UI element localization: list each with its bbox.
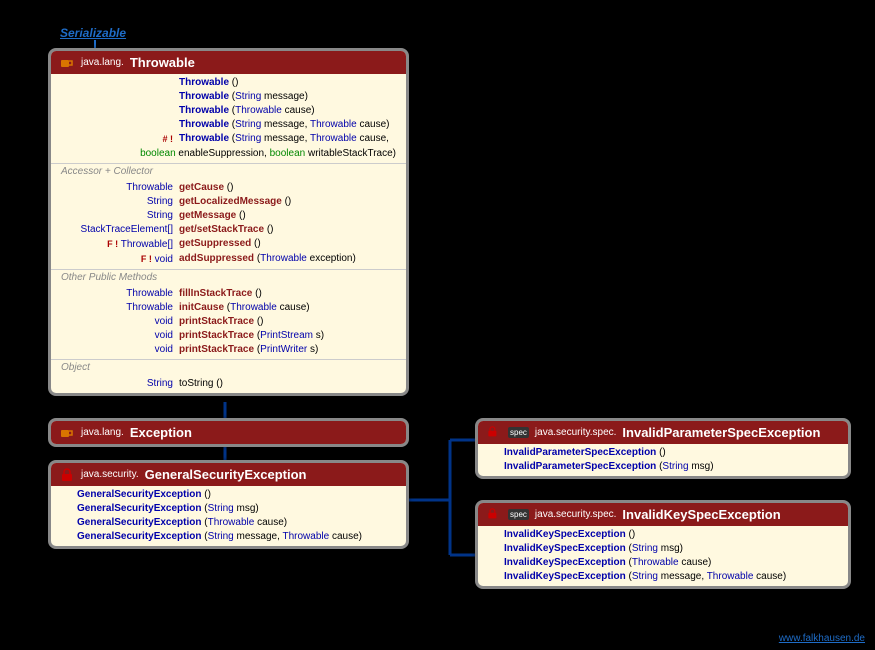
member-row: GeneralSecurityException (String msg) [55, 502, 402, 516]
member-row: GeneralSecurityException () [55, 488, 402, 502]
name-ipse: InvalidParameterSpecException [622, 425, 820, 440]
member-row: InvalidKeySpecException () [482, 528, 844, 542]
member-row: InvalidParameterSpecException (String ms… [482, 460, 844, 474]
name-throwable: Throwable [130, 55, 195, 70]
member-row: InvalidKeySpecException (Throwable cause… [482, 556, 844, 570]
cup-icon [59, 56, 75, 70]
other-label: Other Public Methods [51, 269, 406, 285]
spec-badge: spec [508, 427, 529, 438]
throwable-ctors: Throwable ()Throwable (String message)Th… [51, 74, 406, 163]
member-row: voidprintStackTrace (PrintWriter s) [55, 343, 402, 357]
member-row: F ! voidaddSuppressed (Throwable excepti… [55, 252, 402, 267]
name-ikse: InvalidKeySpecException [622, 507, 780, 522]
throwable-object: StringtoString () [51, 375, 406, 393]
class-header-ipse: spec java.security.spec. InvalidParameter… [478, 421, 848, 444]
member-row: voidprintStackTrace () [55, 315, 402, 329]
lock-spec-icon [486, 426, 502, 440]
member-row: StringgetLocalizedMessage () [55, 195, 402, 209]
member-row-cont: boolean enableSuppression, boolean writa… [55, 147, 402, 161]
name-exception: Exception [130, 425, 192, 440]
spec-badge: spec [508, 509, 529, 520]
gse-ctors: GeneralSecurityException ()GeneralSecuri… [51, 486, 406, 546]
member-row: GeneralSecurityException (Throwable caus… [55, 516, 402, 530]
interface-serializable[interactable]: Serializable [60, 26, 126, 40]
pkg-ikse: java.security.spec. [535, 509, 617, 520]
pkg-exception: java.lang. [81, 427, 124, 438]
member-row: Throwable () [55, 76, 402, 90]
member-row: GeneralSecurityException (String message… [55, 530, 402, 544]
ipse-ctors: InvalidParameterSpecException ()InvalidP… [478, 444, 848, 476]
pkg-ipse: java.security.spec. [535, 427, 617, 438]
class-header-gse: java.security. GeneralSecurityException [51, 463, 406, 486]
member-row: Throwable (String message, Throwable cau… [55, 118, 402, 132]
member-row: StringgetMessage () [55, 209, 402, 223]
throwable-accessors: ThrowablegetCause ()StringgetLocalizedMe… [51, 179, 406, 269]
member-row: StringtoString () [55, 377, 402, 391]
class-exception: java.lang. Exception [48, 418, 409, 447]
throwable-others: ThrowablefillInStackTrace ()Throwableini… [51, 285, 406, 359]
member-row: F ! Throwable[]getSuppressed () [55, 237, 402, 252]
class-header-ikse: spec java.security.spec. InvalidKeySpecEx… [478, 503, 848, 526]
class-ikse: spec java.security.spec. InvalidKeySpecEx… [475, 500, 851, 589]
class-header-exception: java.lang. Exception [51, 421, 406, 444]
footer-link[interactable]: www.falkhausen.de [779, 633, 865, 644]
class-header-throwable: java.lang. Throwable [51, 51, 406, 74]
lock-icon [59, 468, 75, 482]
cup-icon [59, 426, 75, 440]
lock-spec-icon [486, 508, 502, 522]
member-row: voidprintStackTrace (PrintStream s) [55, 329, 402, 343]
member-row: InvalidKeySpecException (String msg) [482, 542, 844, 556]
class-throwable: java.lang.Throwable Throwable ()Throwabl… [48, 48, 409, 396]
class-ipse: spec java.security.spec. InvalidParameter… [475, 418, 851, 479]
member-row: Throwable (String message) [55, 90, 402, 104]
name-gse: GeneralSecurityException [145, 467, 307, 482]
member-row: Throwable (Throwable cause) [55, 104, 402, 118]
ikse-ctors: InvalidKeySpecException ()InvalidKeySpec… [478, 526, 848, 586]
member-row: ThrowablefillInStackTrace () [55, 287, 402, 301]
member-row: ThrowableinitCause (Throwable cause) [55, 301, 402, 315]
member-row: InvalidParameterSpecException () [482, 446, 844, 460]
object-label: Object [51, 359, 406, 375]
class-gse: java.security. GeneralSecurityException G… [48, 460, 409, 549]
member-row: StackTraceElement[]get/setStackTrace () [55, 223, 402, 237]
pkg-gse: java.security. [81, 469, 139, 480]
member-row: # !Throwable (String message, Throwable … [55, 132, 402, 147]
member-row: ThrowablegetCause () [55, 181, 402, 195]
diagram-canvas: Serializable java.lang. Throwable Throwab… [0, 0, 875, 650]
accessor-label: Accessor + Collector [51, 163, 406, 179]
member-row: InvalidKeySpecException (String message,… [482, 570, 844, 584]
pkg-throwable: java.lang. [81, 57, 124, 68]
